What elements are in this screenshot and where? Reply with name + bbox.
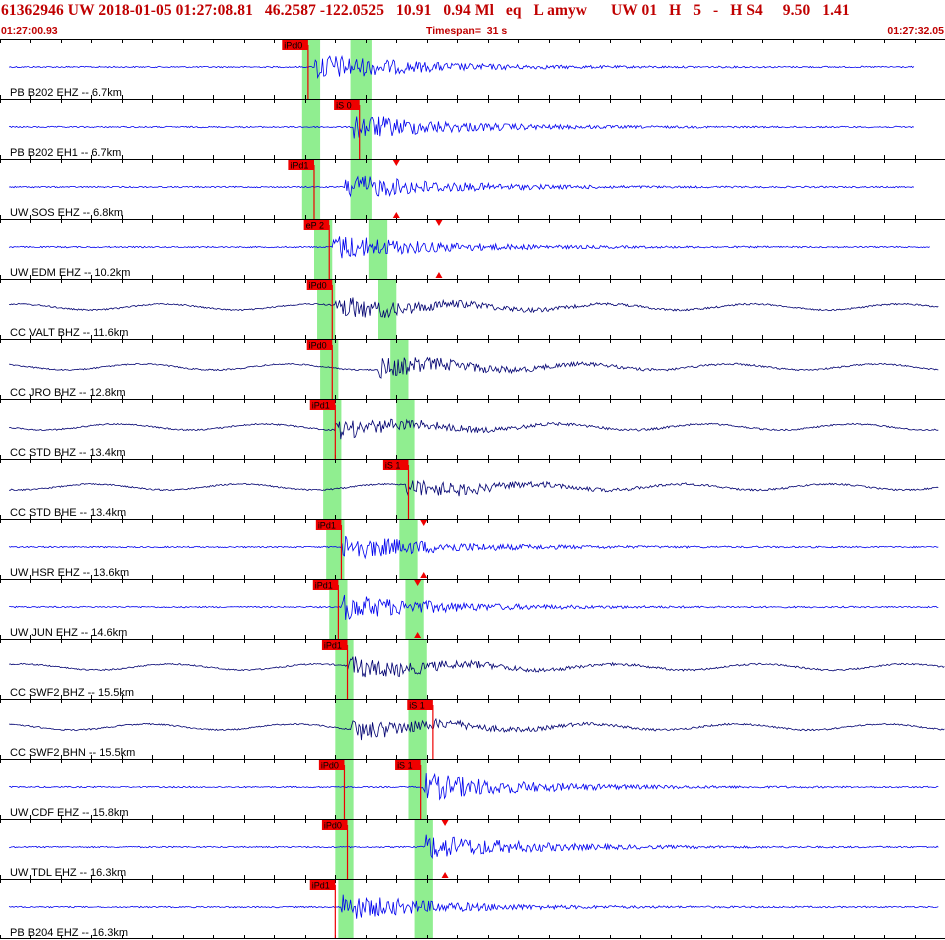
p-pick-label: iPd1	[312, 881, 330, 891]
waveform-trace	[9, 594, 939, 620]
p-pick-label: iPd0	[284, 41, 302, 51]
waveform-trace	[8, 894, 939, 919]
seismogram-viewer: 61362946 UW 2018-01-05 01:27:08.81 46.25…	[0, 0, 945, 940]
s-marker-bottom	[392, 212, 400, 218]
station-label: PB B202 EH1 -- 6.7km	[10, 147, 121, 159]
station-label: CC SWF2 BHZ -- 15.5km	[10, 687, 134, 699]
station-label: UW CDF EHZ -- 15.8km	[10, 807, 129, 819]
s-window	[350, 159, 372, 219]
station-label: UW JUN EHZ -- 14.6km	[10, 627, 127, 639]
s-pick-label: iS 1	[397, 761, 413, 771]
waveform-trace	[8, 236, 930, 259]
station-label: CC STD BHZ -- 13.4km	[10, 447, 126, 459]
waveform-trace	[9, 175, 915, 198]
timespan-label: Timespan= 31 s	[426, 25, 508, 37]
s-window	[414, 819, 433, 879]
p-pick-label: iPd0	[324, 821, 342, 831]
p-pick-label: iPd1	[324, 641, 342, 651]
s-pick-label: iS 1	[385, 461, 401, 471]
seismogram-plot[interactable]: PB B202 EHZ -- 6.7km iPd0 PB B202 EH1 -- 6…	[0, 39, 945, 940]
p-pick-label: iPd1	[315, 581, 333, 591]
station-label: CC VALT BHZ -- 11.6km	[10, 327, 128, 339]
p-window	[338, 879, 354, 939]
station-label: UW HSR EHZ -- 13.6km	[10, 567, 129, 579]
s-marker-top	[420, 520, 428, 526]
s-marker-top	[435, 220, 443, 226]
waveform-trace	[9, 356, 939, 379]
p-pick-label: iPd0	[309, 281, 327, 291]
s-marker-top	[392, 160, 400, 166]
p-pick-label: iPd0	[321, 761, 339, 771]
s-pick-label: iS 1	[409, 701, 425, 711]
waveform-trace	[9, 717, 945, 741]
station-label: CC JRO BHZ -- 12.8km	[10, 387, 126, 399]
station-label: PB B202 EHZ -- 6.7km	[10, 87, 122, 99]
station-label: UW SOS EHZ -- 6.8km	[10, 207, 123, 219]
station-label: UW TDL EHZ -- 16.3km	[10, 867, 126, 879]
event-header: 61362946 UW 2018-01-05 01:27:08.81 46.25…	[0, 0, 945, 40]
waveform-trace	[9, 479, 939, 497]
s-marker-top	[441, 820, 449, 826]
waveform-trace	[8, 656, 945, 678]
p-pick-label: eP 2	[306, 221, 324, 231]
station-label: PB B204 EHZ -- 16.3km	[10, 927, 128, 939]
p-pick-label: iPd1	[290, 161, 308, 171]
s-marker-bottom	[435, 272, 443, 278]
start-time-label: 01:27:00.93	[1, 25, 58, 37]
waveform-trace	[9, 772, 939, 801]
waveform-trace	[8, 55, 915, 79]
p-pick-label: iPd1	[318, 521, 336, 531]
waveform-trace	[9, 116, 915, 139]
s-marker-bottom	[441, 872, 449, 878]
p-pick-label: iPd0	[309, 341, 327, 351]
waveform-trace	[9, 297, 939, 319]
p-pick-label: iPd1	[312, 401, 330, 411]
end-time-label: 01:27:32.05	[887, 25, 944, 37]
waveform-trace	[8, 418, 939, 440]
station-label: CC STD BHE -- 13.4km	[10, 507, 126, 519]
waveform-trace	[8, 535, 939, 560]
station-label: UW EDM EHZ -- 10.2km	[10, 267, 130, 279]
waveform-trace	[9, 834, 939, 860]
s-pick-label: iS 0	[336, 101, 352, 111]
event-summary-title: 61362946 UW 2018-01-05 01:27:08.81 46.25…	[1, 2, 850, 19]
s-marker-bottom	[420, 572, 428, 578]
p-window	[301, 99, 321, 159]
station-label: CC SWF2 BHN -- 15.5km	[10, 747, 135, 759]
